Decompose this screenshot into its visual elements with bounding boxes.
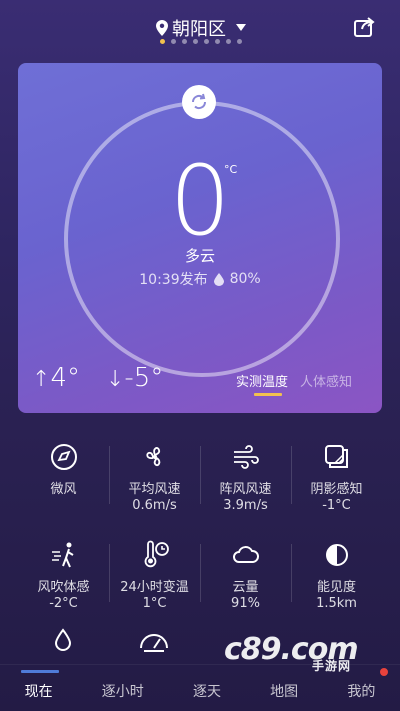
metric-value: 1°C <box>142 596 167 611</box>
low-temperature: ↓-5° <box>105 363 164 393</box>
metric-value: -2°C <box>49 596 78 611</box>
refresh-icon[interactable] <box>182 85 216 119</box>
page-dot <box>160 39 165 44</box>
page-dot <box>182 39 187 44</box>
windchill-icon <box>49 540 79 570</box>
metric-label: 风吹体感 <box>37 580 90 595</box>
divider <box>291 544 292 602</box>
high-low: ↑4° ↓-5° <box>32 363 163 393</box>
page-dot <box>215 39 220 44</box>
page-dot <box>204 39 209 44</box>
metric-shade: 阴影感知 -1°C <box>291 436 382 516</box>
metric-value: 1.5km <box>316 596 357 611</box>
share-icon[interactable] <box>353 16 375 38</box>
metrics-row-partial <box>18 620 382 660</box>
thermometer-clock-icon <box>140 540 170 570</box>
current-weather-card: 0 °C 多云 10:39发布 80% ↑4° ↓-5° 实测温度 人体感知 <box>18 63 382 413</box>
metric-wind-gust: 阵风风速 3.9m/s <box>200 436 291 516</box>
publish-info: 10:39发布 80% <box>18 269 382 289</box>
page-indicator <box>160 39 242 44</box>
temperature-unit: °C <box>224 163 238 176</box>
metric-value: 0.6m/s <box>132 498 177 513</box>
publish-time: 10:39发布 <box>139 272 208 288</box>
metric-label: 24小时变温 <box>120 580 189 595</box>
shade-icon <box>322 442 352 472</box>
page-dot <box>237 39 242 44</box>
divider <box>109 446 110 504</box>
divider <box>200 544 201 602</box>
fan-icon <box>140 442 170 472</box>
metric-compass: 微风 <box>18 436 109 516</box>
page-dot <box>226 39 231 44</box>
compass-icon <box>49 442 79 472</box>
divider <box>291 446 292 504</box>
tab-item[interactable]: 地图 <box>270 675 298 701</box>
humidity-value: 80% <box>229 271 261 287</box>
metric-thermometer-clock: 24小时变温 1°C <box>109 534 200 614</box>
metric-label: 阵风风速 <box>219 482 272 497</box>
tab-item[interactable]: 我的 <box>347 675 375 701</box>
mode-measured[interactable]: 实测温度 <box>236 371 288 396</box>
tab-item[interactable]: 现在 <box>20 670 59 701</box>
tab-item[interactable]: 逐天 <box>193 675 221 701</box>
bottom-tab-bar: 现在 逐小时 逐天 地图 我的 <box>0 664 400 711</box>
cloud-icon <box>231 540 261 570</box>
visibility-icon <box>322 540 352 570</box>
chevron-down-icon <box>236 24 246 31</box>
tab-item[interactable]: 逐小时 <box>102 675 144 701</box>
metric-label: 云量 <box>232 580 259 595</box>
humidity-drop-icon <box>213 272 224 286</box>
mode-underline <box>254 393 282 396</box>
mode-feels-like[interactable]: 人体感知 <box>300 371 352 390</box>
divider <box>109 544 110 602</box>
metric-fan: 平均风速 0.6m/s <box>109 436 200 516</box>
location-selector[interactable]: 朝阳区 <box>156 16 246 40</box>
metric-value: 91% <box>231 596 260 611</box>
page-dot <box>171 39 176 44</box>
arrow-down-icon: ↓ <box>105 367 125 392</box>
metric-label: 平均风速 <box>128 482 181 497</box>
notification-badge <box>380 668 388 676</box>
arrow-up-icon: ↑ <box>32 367 51 392</box>
location-name: 朝阳区 <box>172 19 226 40</box>
metric-cloud: 云量 91% <box>200 534 291 614</box>
divider <box>200 446 201 504</box>
current-temperature: 0 <box>169 145 231 257</box>
top-bar: 朝阳区 <box>0 0 400 52</box>
metric-label: 阴影感知 <box>310 482 363 497</box>
drop-icon <box>54 628 72 651</box>
location-pin-icon <box>156 20 168 36</box>
metric-value: -1°C <box>322 498 351 513</box>
weather-condition: 多云 <box>184 247 215 265</box>
gauge-icon <box>140 634 168 652</box>
high-temperature: ↑4° <box>32 363 80 393</box>
wind-gust-icon <box>231 442 261 472</box>
metric-value: 3.9m/s <box>223 498 268 513</box>
metric-label: 能见度 <box>316 580 356 595</box>
metric-windchill: 风吹体感 -2°C <box>18 534 109 614</box>
metric-visibility: 能见度 1.5km <box>291 534 382 614</box>
metric-label: 微风 <box>50 482 77 497</box>
temperature-mode-toggle: 实测温度 人体感知 <box>236 371 352 396</box>
page-dot <box>193 39 198 44</box>
